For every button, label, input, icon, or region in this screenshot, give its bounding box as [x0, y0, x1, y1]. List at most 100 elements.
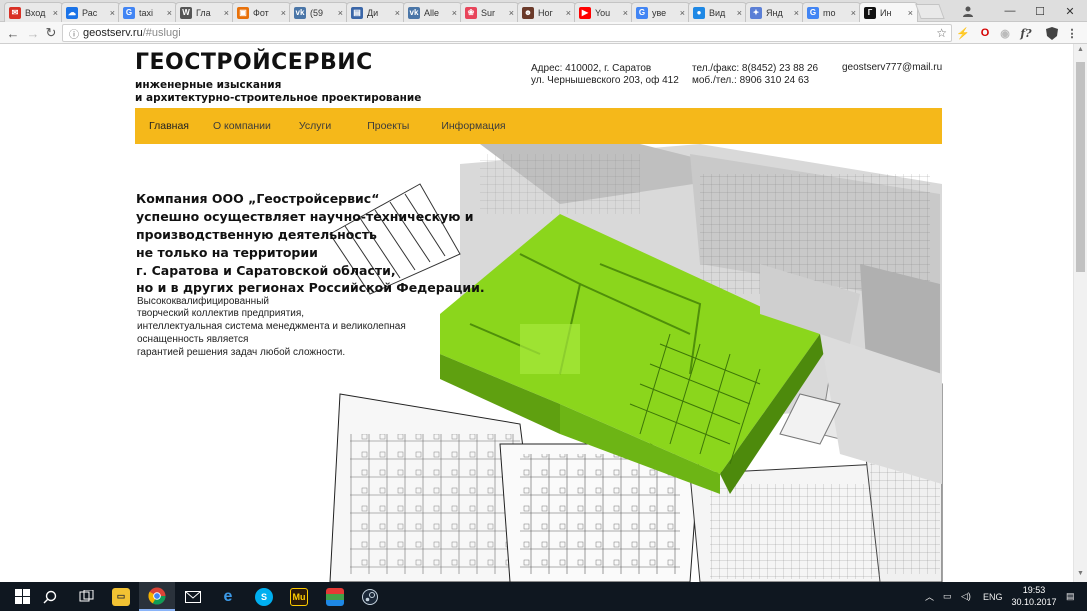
- scroll-down-arrow-icon[interactable]: ▼: [1076, 570, 1085, 577]
- tab-title: Ди: [367, 7, 379, 18]
- new-tab-button[interactable]: [915, 4, 945, 19]
- tab-close-icon[interactable]: ×: [623, 8, 628, 18]
- page-scrollbar[interactable]: ▲ ▼: [1073, 44, 1087, 582]
- tab-close-icon[interactable]: ×: [395, 8, 400, 18]
- mobile-phone: моб./тел.: 8906 310 24 63: [692, 75, 810, 86]
- browser-tab[interactable]: ▶ You ×: [574, 2, 633, 22]
- browser-tab[interactable]: Г Ин ×: [859, 2, 918, 22]
- tab-title: Ног: [538, 7, 553, 18]
- browser-tab[interactable]: ▣ Фот ×: [232, 2, 291, 22]
- menu-item-info[interactable]: Информация: [441, 120, 505, 132]
- taskbar-clock[interactable]: 19:53 30.10.2017: [1006, 584, 1062, 608]
- tab-title: Фот: [253, 7, 269, 18]
- browser-tab[interactable]: vk Alle ×: [403, 2, 462, 22]
- close-window-button[interactable]: ✕: [1055, 0, 1085, 22]
- opera-extension-icon[interactable]: O: [977, 25, 993, 41]
- tab-title: Alle: [424, 7, 440, 18]
- reload-button[interactable]: ↻: [42, 24, 60, 42]
- description-line: творческий коллектив предприятия,: [137, 308, 305, 319]
- tab-title: Янд: [766, 7, 783, 18]
- tab-close-icon[interactable]: ×: [110, 8, 115, 18]
- browser-tab[interactable]: Gуве ×: [631, 2, 690, 22]
- tab-favicon-icon: G: [636, 6, 648, 19]
- address-bar[interactable]: ⓘ geostserv.ru/#uslugi ☆: [62, 24, 952, 42]
- tab-close-icon[interactable]: ×: [167, 8, 172, 18]
- browser-tab[interactable]: W Гла ×: [175, 2, 234, 22]
- browser-tab[interactable]: ▤ Ди ×: [346, 2, 405, 22]
- colorful-app-icon[interactable]: [317, 582, 353, 611]
- back-button[interactable]: ←: [4, 24, 22, 42]
- bookmark-star-icon[interactable]: ☆: [936, 26, 947, 40]
- tab-close-icon[interactable]: ×: [53, 8, 58, 18]
- tab-favicon-icon: vk: [294, 6, 306, 19]
- tab-close-icon[interactable]: ×: [509, 8, 514, 18]
- tab-title: Вид: [709, 7, 726, 18]
- address-line2: ул. Чернышевского 203, оф 412: [531, 75, 679, 86]
- browser-tab[interactable]: Gmo ×: [802, 2, 861, 22]
- menu-item-about[interactable]: О компании: [213, 120, 271, 132]
- edge-icon[interactable]: e: [210, 582, 246, 611]
- tab-close-icon[interactable]: ×: [851, 8, 856, 18]
- mail-icon[interactable]: [175, 582, 211, 611]
- browser-tab[interactable]: Gtaxi ×: [118, 2, 177, 22]
- tab-close-icon[interactable]: ×: [908, 8, 913, 18]
- bolt-extension-icon[interactable]: ⚡: [955, 25, 971, 41]
- minimize-button[interactable]: —: [995, 0, 1025, 22]
- file-explorer-icon[interactable]: ▭: [103, 582, 139, 611]
- browser-tab[interactable]: vk (59 ×: [289, 2, 348, 22]
- menu-item-projects[interactable]: Проекты: [367, 120, 409, 132]
- tab-close-icon[interactable]: ×: [737, 8, 742, 18]
- description-line: оснащенность является: [137, 334, 249, 345]
- main-menu: Главная О компании Услуги Проекты Информ…: [135, 108, 942, 144]
- volume-icon[interactable]: ◁): [961, 582, 971, 611]
- browser-tab[interactable]: ✦ Янд ×: [745, 2, 804, 22]
- browser-tab[interactable]: ☁ Рас ×: [61, 2, 120, 22]
- browser-tab[interactable]: ☻ Ног ×: [517, 2, 576, 22]
- description-line: гарантией решения задач любой сложности.: [137, 347, 346, 358]
- eye-extension-icon[interactable]: ◉: [997, 25, 1013, 41]
- menu-kebab-icon[interactable]: ⋮: [1064, 25, 1080, 41]
- maximize-button[interactable]: ☐: [1025, 0, 1055, 22]
- tab-close-icon[interactable]: ×: [452, 8, 457, 18]
- forward-button[interactable]: →: [24, 24, 42, 42]
- menu-item-services[interactable]: Услуги: [299, 120, 331, 132]
- skype-icon[interactable]: S: [246, 582, 282, 611]
- steam-icon[interactable]: [352, 582, 388, 611]
- email-link[interactable]: geostserv777@mail.ru: [842, 62, 942, 73]
- tab-close-icon[interactable]: ×: [224, 8, 229, 18]
- tab-close-icon[interactable]: ×: [794, 8, 799, 18]
- tab-title: You: [595, 7, 611, 18]
- browser-tab[interactable]: ● Вид ×: [688, 2, 747, 22]
- tab-close-icon[interactable]: ×: [566, 8, 571, 18]
- site-logo-text[interactable]: ГЕОСТРОЙСЕРВИС: [135, 50, 373, 75]
- tray-chevron-icon[interactable]: ︿: [925, 582, 934, 611]
- font-extension-icon[interactable]: f?: [1018, 25, 1034, 41]
- clock-date: 30.10.2017: [1011, 597, 1057, 607]
- notifications-icon[interactable]: ▤: [1066, 582, 1075, 611]
- tab-favicon-icon: ▣: [237, 6, 249, 19]
- chrome-taskbar-icon[interactable]: [139, 582, 175, 611]
- adobe-muse-icon[interactable]: Mu: [281, 582, 317, 611]
- tab-favicon-icon: ▶: [579, 6, 591, 19]
- tab-favicon-icon: ▤: [351, 6, 363, 19]
- scrollbar-thumb[interactable]: [1076, 62, 1085, 272]
- tab-close-icon[interactable]: ×: [338, 8, 343, 18]
- browser-tab[interactable]: ❀ Sur ×: [460, 2, 519, 22]
- info-icon[interactable]: ⓘ: [69, 26, 79, 41]
- browser-tab[interactable]: ✉ Вход ×: [4, 2, 63, 22]
- address-line1: Адрес: 410002, г. Саратов: [531, 63, 652, 74]
- language-indicator[interactable]: ENG: [983, 582, 1003, 611]
- ublock-extension-icon[interactable]: [1044, 25, 1060, 41]
- tab-favicon-icon: ☁: [66, 6, 78, 19]
- task-view-icon[interactable]: [68, 582, 104, 611]
- network-icon[interactable]: ▭: [943, 582, 952, 611]
- search-icon[interactable]: [32, 582, 68, 611]
- tab-close-icon[interactable]: ×: [281, 8, 286, 18]
- profile-icon[interactable]: [960, 3, 976, 19]
- tab-title: Ин: [880, 7, 892, 18]
- scroll-up-arrow-icon[interactable]: ▲: [1076, 46, 1085, 53]
- description-line: интеллектуальная система менеджмента и в…: [137, 321, 406, 332]
- tab-close-icon[interactable]: ×: [680, 8, 685, 18]
- tab-favicon-icon: Г: [864, 6, 876, 19]
- menu-item-home[interactable]: Главная: [149, 120, 189, 132]
